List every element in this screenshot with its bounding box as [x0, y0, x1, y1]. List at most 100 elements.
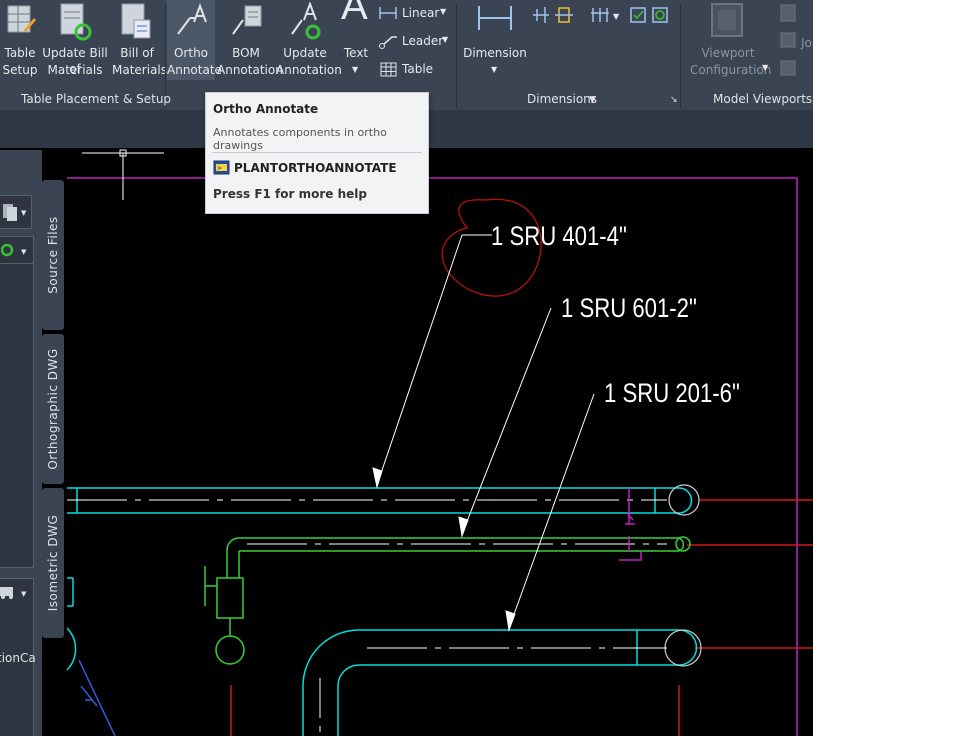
leader-label: Leader: [402, 34, 444, 48]
panel-divider: [0, 263, 33, 264]
left-edge-geometry: [67, 577, 77, 671]
leader-button[interactable]: Leader ▼: [378, 33, 452, 51]
copy-icon[interactable]: ▼: [1, 202, 29, 222]
ortho-annotate-tooltip: Ortho Annotate Annotates components in o…: [205, 92, 429, 214]
update-bom-label-2: Materials: [47, 63, 103, 77]
tab-isometric-dwg[interactable]: Isometric DWG: [42, 488, 64, 638]
chevron-down-icon: ▼: [352, 65, 359, 74]
table-setup-label-2: Setup: [2, 63, 38, 77]
bill-of-materials-icon: [121, 3, 151, 39]
tooltip-title: Ortho Annotate: [213, 102, 319, 116]
bom-annotation-icon: [232, 5, 262, 35]
ortho-annotate-label: Ortho: [173, 46, 209, 60]
annotation-label-601: 1 SRU 601-2": [561, 293, 697, 323]
update-bom-button[interactable]: Update Bill of Materials: [38, 0, 112, 80]
svg-text:>_: >_: [217, 165, 226, 172]
blue-geometry: [78, 659, 116, 736]
tooltip-help: Press F1 for more help: [213, 187, 367, 201]
tooltip-command: PLANTORTHOANNOTATE: [234, 161, 397, 175]
viewport-configuration-label: Viewport: [701, 46, 755, 60]
ortho-annotate-icon: [177, 3, 207, 35]
dim-space-icon[interactable]: [555, 7, 573, 23]
bom-annotation-label-2: Annotation: [217, 63, 283, 77]
viewport-configuration-button[interactable]: Viewport Configuration ▼: [690, 0, 772, 80]
chevron-down-icon: ▼: [762, 63, 769, 72]
viewport-border: [67, 177, 798, 736]
details-panel: ▼ tionCa: [0, 578, 36, 736]
ortho-drawing: [67, 149, 813, 736]
text-label: Text: [343, 46, 369, 60]
crosshair-cursor: [82, 149, 164, 200]
bill-of-materials-label: Bill of: [120, 46, 154, 60]
annotation-label-201: 1 SRU 201-6": [604, 378, 740, 408]
tab-isometric-dwg-label: Isometric DWG: [46, 514, 60, 612]
table-icon: [380, 62, 397, 77]
svg-text:▼: ▼: [21, 590, 27, 598]
update-annotation-button[interactable]: Update Annotation: [276, 0, 342, 80]
linear-dimension-icon: [379, 7, 397, 19]
update-annotation-label: Update: [283, 46, 327, 60]
tooltip-description: Annotates components in ortho drawings: [213, 126, 387, 152]
dim-update-icon[interactable]: [652, 7, 668, 23]
bill-of-materials-label-2: Materials: [112, 63, 168, 77]
annotation-label-401: 1 SRU 401-4": [491, 221, 627, 251]
project-manager-palette: ▼ ▼ ▼ tionCa: [0, 150, 42, 736]
table-button[interactable]: Table: [378, 61, 452, 79]
svg-text:▼: ▼: [21, 209, 27, 217]
chevron-down-icon: ▼: [491, 65, 498, 74]
pipe-601: [204, 536, 691, 665]
join-button-partial[interactable]: Jo: [801, 36, 812, 50]
tab-orthographic-dwg-label: Orthographic DWG: [46, 348, 60, 470]
partial-label: tionCa: [0, 651, 36, 665]
dim-inspect-icon[interactable]: [630, 7, 646, 23]
dimension-icon: [478, 6, 512, 30]
table-setup-label: Table: [4, 46, 36, 60]
panel-label-dimensions: Dimensions: [527, 92, 598, 106]
leader-icon: [379, 36, 397, 49]
dim-break-icon[interactable]: [533, 7, 549, 23]
table-label: Table: [402, 62, 434, 76]
chevron-down-icon: ▼: [589, 95, 596, 105]
dimensions-panel-button[interactable]: Dimensions ▼: [527, 92, 607, 108]
project-tree-panel: ▼: [0, 236, 34, 568]
panel-separator: [680, 4, 681, 108]
dimension-label: Dimension: [463, 46, 527, 60]
bill-of-materials-button[interactable]: Bill of Materials: [112, 0, 168, 80]
tab-source-files[interactable]: Source Files: [42, 180, 64, 330]
chevron-down-icon: ▼: [442, 35, 449, 44]
tab-source-files-label: Source Files: [46, 216, 60, 294]
svg-text:▼: ▼: [21, 248, 27, 256]
panel-label-table-placement: Table Placement & Setup: [21, 92, 172, 106]
refresh-icon[interactable]: ▼: [1, 241, 31, 259]
centerlines: [230, 499, 813, 736]
table-setup-button[interactable]: Table Setup: [2, 0, 38, 80]
pipe-supports: [619, 488, 642, 561]
dialog-launcher-icon[interactable]: ↘: [670, 95, 678, 105]
autocad-plant-window: Table Setup Update Bill of Materials Bil…: [0, 0, 813, 736]
chevron-down-icon: ▼: [440, 7, 447, 16]
bom-annotation-button[interactable]: BOM Annotation: [217, 0, 283, 80]
viewport-icon: [711, 3, 743, 37]
linear-label: Linear: [402, 6, 440, 20]
dimension-button[interactable]: Dimension ▼: [462, 0, 528, 80]
command-icon: >_: [213, 160, 230, 175]
ortho-annotate-label-2: Annotate: [167, 63, 222, 77]
panel-label-model-viewports: Model Viewports: [713, 92, 813, 106]
dim-continue-icon[interactable]: ▼: [591, 8, 620, 22]
text-icon: A: [341, 0, 368, 28]
tooltip-divider: [212, 152, 422, 153]
table-setup-icon: [7, 5, 36, 33]
linear-button[interactable]: Linear ▼: [378, 5, 452, 23]
drawing-canvas[interactable]: 1 SRU 401-4" 1 SRU 601-2" 1 SRU 201-6": [67, 148, 813, 736]
viewport-configuration-label-2: Configuration: [690, 63, 772, 77]
update-annotation-label-2: Annotation: [276, 63, 342, 77]
bom-annotation-label: BOM: [232, 46, 260, 60]
svg-text:▼: ▼: [613, 12, 620, 21]
truck-icon[interactable]: ▼: [0, 583, 31, 601]
viewport-tools-icons: [780, 4, 796, 76]
panel-separator: [456, 4, 457, 108]
text-button[interactable]: A Text ▼: [338, 0, 374, 80]
dimension-tools-toolbar: ▼: [533, 7, 668, 23]
ortho-annotate-button[interactable]: Ortho Annotate: [167, 0, 222, 80]
tab-orthographic-dwg[interactable]: Orthographic DWG: [42, 334, 64, 484]
